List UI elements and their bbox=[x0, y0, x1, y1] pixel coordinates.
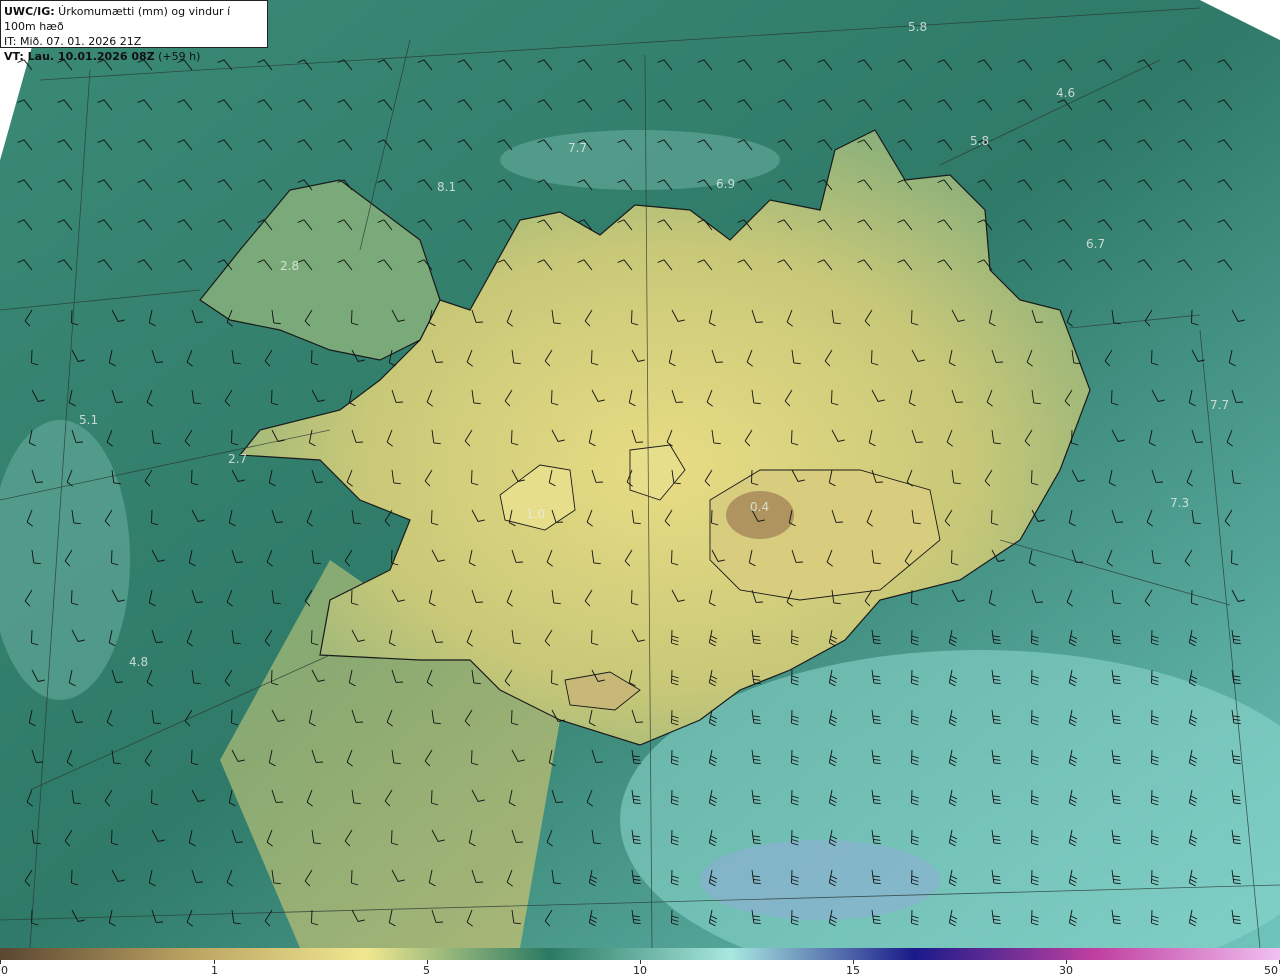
wind-barb bbox=[591, 349, 593, 364]
wind-barb bbox=[511, 429, 513, 444]
wind-barb bbox=[311, 629, 313, 644]
map-value: 7.7 bbox=[1210, 398, 1229, 412]
model-label: UWC/IG: bbox=[4, 5, 55, 18]
wind-barb bbox=[671, 549, 673, 564]
map-header: UWC/IG: Úrkomumætti (mm) og vindur í 100… bbox=[0, 0, 268, 63]
wind-barb bbox=[351, 589, 353, 604]
wind-barb bbox=[791, 429, 793, 444]
valid-time: VT: Lau. 10.01.2026 08Z bbox=[4, 50, 155, 63]
colorbar-label: 0 bbox=[1, 964, 8, 977]
wind-barb bbox=[631, 589, 633, 604]
colorbar-label: 30 bbox=[1059, 964, 1073, 977]
wind-barb bbox=[591, 629, 593, 644]
wind-barb bbox=[471, 469, 473, 484]
colorbar-strip bbox=[0, 948, 1280, 960]
wind-barb bbox=[631, 309, 633, 324]
wind-barb bbox=[71, 589, 73, 604]
wind-barb bbox=[551, 389, 553, 404]
lead-time: (+59 h) bbox=[154, 50, 201, 63]
wind-barb bbox=[1031, 469, 1033, 484]
map-value: 5.1 bbox=[79, 413, 98, 427]
colorbar-label: 10 bbox=[633, 964, 647, 977]
map-value: 7.3 bbox=[1170, 496, 1189, 510]
wind-barb bbox=[31, 349, 33, 364]
colorbar-label: 1 bbox=[211, 964, 218, 977]
header-line-2: IT: Mið. 07. 01. 2026 21Z bbox=[4, 35, 142, 48]
wind-barb bbox=[111, 829, 113, 844]
wind-barb bbox=[951, 549, 953, 564]
wind-barb bbox=[1111, 389, 1113, 404]
wind-barb bbox=[1191, 309, 1193, 324]
map-value: 4.6 bbox=[1056, 86, 1075, 100]
wind-barb bbox=[351, 309, 353, 324]
wind-barb bbox=[311, 349, 313, 364]
map-value: 5.8 bbox=[970, 134, 989, 148]
wind-barb bbox=[31, 629, 33, 644]
wind-barb bbox=[871, 349, 873, 364]
wind-barb bbox=[31, 909, 33, 924]
wind-barb bbox=[271, 669, 273, 684]
map-value: 0.4 bbox=[750, 500, 769, 514]
wind-barb bbox=[1071, 429, 1073, 444]
wind-barb bbox=[351, 869, 353, 884]
map-value: 5.8 bbox=[908, 20, 927, 34]
wind-barb bbox=[231, 429, 233, 444]
colorbar-label: 15 bbox=[846, 964, 860, 977]
colorbar-label: 5 bbox=[423, 964, 430, 977]
wind-barb bbox=[271, 389, 273, 404]
header-line-1: UWC/IG: Úrkomumætti (mm) og vindur í 100… bbox=[4, 4, 264, 34]
wind-barb bbox=[711, 509, 713, 524]
wind-barb bbox=[911, 589, 913, 604]
wind-barb bbox=[1191, 589, 1193, 604]
wind-barb bbox=[911, 309, 913, 324]
map-value: 6.7 bbox=[1086, 237, 1105, 251]
wind-barb bbox=[151, 509, 153, 524]
wind-barb bbox=[391, 829, 393, 844]
wind-barb bbox=[471, 749, 473, 764]
wind-barb bbox=[191, 749, 193, 764]
map-value: 2.7 bbox=[228, 452, 247, 466]
wind-barb bbox=[231, 709, 233, 724]
map-value: 8.1 bbox=[437, 180, 456, 194]
wind-barb bbox=[431, 789, 433, 804]
weather-map: 5.8 4.6 5.8 7.7 8.1 6.9 6.7 2.8 5.1 7.7 … bbox=[0, 0, 1280, 948]
wind-barb bbox=[431, 509, 433, 524]
wind-barb bbox=[311, 909, 313, 924]
wind-barb bbox=[71, 309, 73, 324]
wind-barb bbox=[1151, 349, 1153, 364]
map-value: 2.8 bbox=[280, 259, 299, 273]
wind-barb bbox=[511, 709, 513, 724]
wind-barb bbox=[991, 509, 993, 524]
wind-barb bbox=[71, 869, 73, 884]
map-value: 7.7 bbox=[568, 141, 587, 155]
map-value: 1.0 bbox=[526, 507, 545, 521]
colorbar: 0 1 5 10 15 30 50 bbox=[0, 948, 1280, 978]
wind-barb bbox=[391, 549, 393, 564]
wind-barb bbox=[111, 549, 113, 564]
wind-barb bbox=[751, 469, 753, 484]
wind-barb bbox=[1231, 549, 1233, 564]
wind-barb bbox=[191, 469, 193, 484]
map-value: 6.9 bbox=[716, 177, 735, 191]
wind-barb bbox=[151, 789, 153, 804]
header-line-3: VT: Lau. 10.01.2026 08Z (+59 h) bbox=[4, 49, 264, 64]
colorbar-label: 50 bbox=[1264, 964, 1278, 977]
wind-barb bbox=[831, 389, 833, 404]
wind-barb bbox=[551, 669, 553, 684]
map-value: 4.8 bbox=[129, 655, 148, 669]
